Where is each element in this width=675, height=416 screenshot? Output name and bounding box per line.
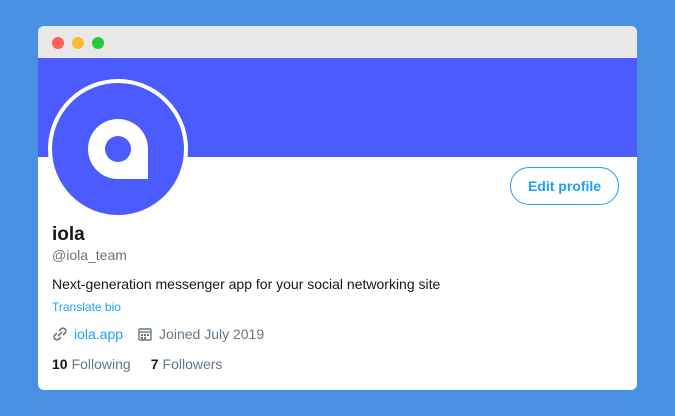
- joined-date: Joined July 2019: [159, 326, 265, 342]
- profile-meta: iola.app Joined July 2019: [52, 326, 264, 342]
- followers-label: Followers: [162, 356, 223, 372]
- profile-name: iola: [52, 224, 85, 245]
- following-count: 10: [52, 356, 68, 372]
- profile-bio: Next-generation messenger app for your s…: [52, 276, 441, 292]
- calendar-icon: [137, 326, 153, 342]
- profile-avatar[interactable]: [48, 79, 188, 219]
- close-window-button[interactable]: [52, 37, 64, 49]
- edit-profile-button[interactable]: Edit profile: [510, 167, 619, 205]
- followers-count: 7: [150, 356, 159, 372]
- maximize-window-button[interactable]: [92, 37, 104, 49]
- iola-logo-icon: [88, 119, 148, 179]
- link-icon: [52, 326, 68, 342]
- translate-bio-link[interactable]: Translate bio: [52, 300, 121, 314]
- minimize-window-button[interactable]: [72, 37, 84, 49]
- browser-window: Edit profile iola @iola_team Next-genera…: [38, 26, 637, 390]
- followers-stat[interactable]: 7 Followers: [151, 356, 223, 372]
- profile-handle: @iola_team: [52, 247, 127, 263]
- following-stat[interactable]: 10 Following: [52, 356, 131, 372]
- title-bar: [38, 26, 637, 58]
- website-link[interactable]: iola.app: [74, 326, 123, 342]
- following-label: Following: [71, 356, 131, 372]
- profile-stats: 10 Following 7 Followers: [52, 356, 242, 372]
